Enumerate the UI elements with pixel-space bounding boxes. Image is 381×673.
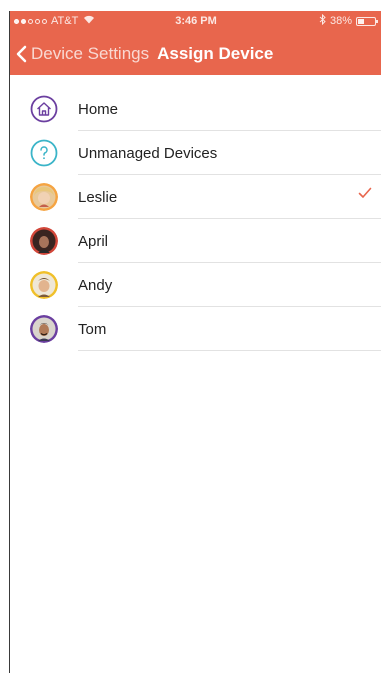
avatar-andy [30, 271, 58, 299]
back-label: Device Settings [31, 44, 150, 63]
list-item-label: Unmanaged Devices [78, 144, 218, 162]
question-icon [30, 139, 58, 167]
avatar-tom [30, 315, 58, 343]
list-item-label: April [78, 232, 109, 250]
app-screen: AT&T 3:46 PM 38% Device Settings Assign … [9, 11, 381, 673]
list-item-leslie[interactable]: Leslie [10, 175, 381, 219]
header: AT&T 3:46 PM 38% Device Settings Assign … [10, 11, 381, 75]
list-item-label: Home [78, 100, 119, 118]
chevron-left-icon [16, 45, 27, 63]
list-item-label: Leslie [78, 188, 118, 206]
nav-bar: Device Settings Assign Device [10, 39, 381, 69]
battery-percent: 38% [329, 15, 352, 27]
home-icon [30, 95, 58, 123]
checkmark-icon [358, 187, 372, 198]
list-item-tom[interactable]: Tom [10, 307, 381, 351]
list-item-unmanaged-devices[interactable]: Unmanaged Devices [10, 131, 381, 175]
page-title: Assign Device [157, 44, 274, 63]
list-item-april[interactable]: April [10, 219, 381, 263]
battery-icon [356, 16, 378, 26]
list-item-home[interactable]: Home [10, 87, 381, 131]
assignee-list: Home Unmanaged Devices Leslie April Andy… [10, 87, 381, 351]
status-right: 38% [319, 13, 378, 28]
list-item-label: Tom [78, 320, 107, 338]
back-button[interactable]: Device Settings [10, 44, 149, 64]
avatar-leslie [30, 183, 58, 211]
list-item-label: Andy [78, 276, 113, 294]
status-bar: AT&T 3:46 PM 38% [10, 11, 381, 31]
bluetooth-icon [319, 13, 326, 28]
list-item-andy[interactable]: Andy [10, 263, 381, 307]
avatar-april [30, 227, 58, 255]
